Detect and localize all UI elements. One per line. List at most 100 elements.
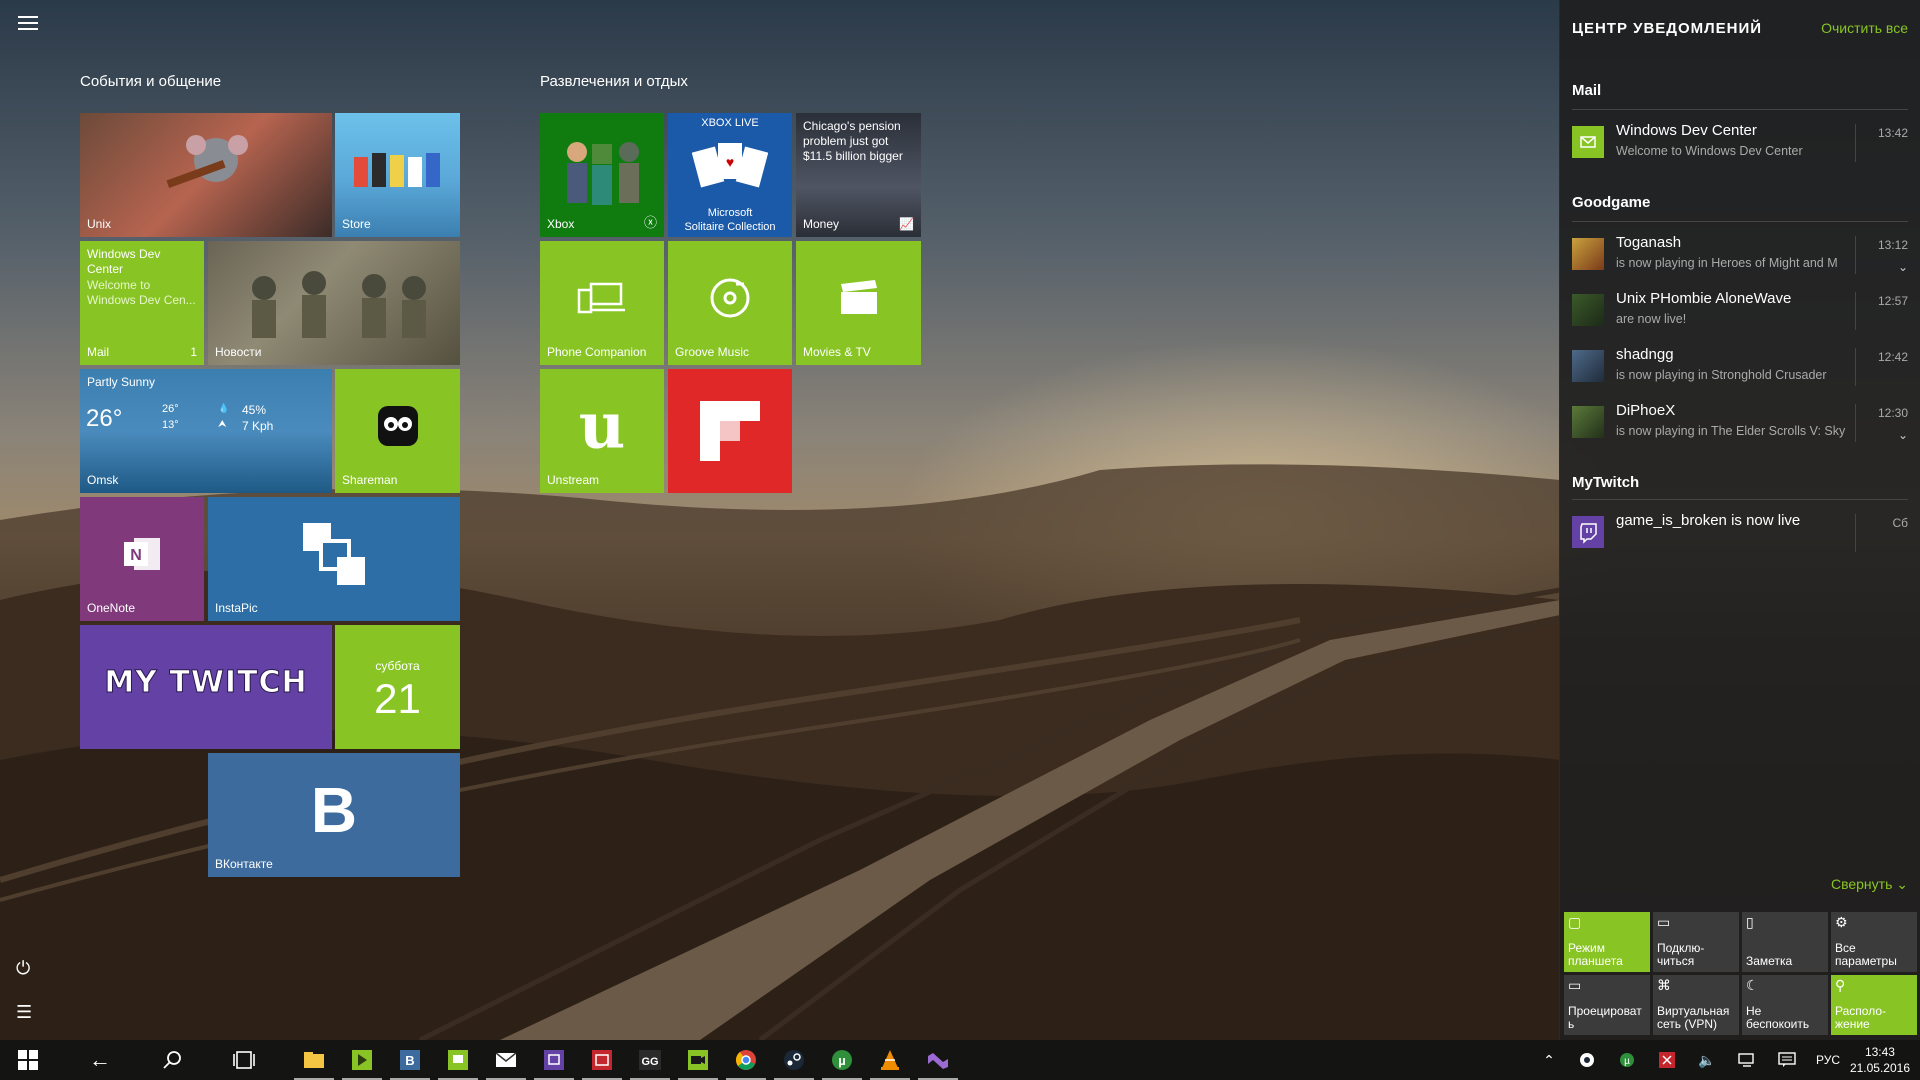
weather-temp: 26° <box>86 405 123 432</box>
divider <box>1572 109 1908 110</box>
tile-groove-music[interactable]: Groove Music <box>668 241 792 365</box>
divider <box>1572 221 1908 222</box>
tile-news[interactable]: Новости <box>208 241 460 365</box>
taskbar-twitch[interactable] <box>530 1040 578 1080</box>
tile-money[interactable]: Chicago's pension problem just got $11.5… <box>796 113 921 237</box>
tile-phone-companion[interactable]: Phone Companion <box>540 241 664 365</box>
tile-shareman[interactable]: Shareman <box>335 369 460 493</box>
taskbar-facetime[interactable] <box>674 1040 722 1080</box>
network-icon[interactable] <box>1732 1040 1762 1080</box>
language-indicator[interactable]: РУС <box>1810 1040 1846 1080</box>
avatar <box>1572 406 1604 438</box>
quick-action-label: Проецироват ь <box>1568 1004 1642 1031</box>
taskbar-vk[interactable]: B <box>386 1040 434 1080</box>
notification-time: 12:57 <box>1877 294 1908 308</box>
vpn-icon: ⌘ <box>1657 977 1671 993</box>
tray-overflow-chevron-icon[interactable]: ⌃ <box>1534 1040 1564 1080</box>
tile-instapic[interactable]: InstaPic <box>208 497 460 621</box>
taskbar-clock[interactable]: 13:43 21.05.2016 <box>1850 1044 1910 1076</box>
tile-calendar[interactable]: суббота 21 <box>335 625 460 749</box>
divider <box>1855 514 1856 552</box>
hamburger-menu-button[interactable] <box>18 16 38 34</box>
tile-mytwitch[interactable]: MY TWITCH <box>80 625 332 749</box>
tile-solitaire[interactable]: XBOX LIVE ♥ Microsoft Solitaire Collecti… <box>668 113 792 237</box>
tray-steam-icon[interactable] <box>1572 1040 1602 1080</box>
notification-item[interactable]: Windows Dev Center Welcome to Windows De… <box>1572 120 1908 172</box>
taskbar-chrome[interactable] <box>722 1040 770 1080</box>
tile-label: Mail <box>87 345 110 359</box>
taskbar-goodgame[interactable]: GG <box>626 1040 674 1080</box>
quick-action-location[interactable]: ⚲ Располо- жение <box>1831 975 1917 1035</box>
taskbar-visual-studio[interactable] <box>914 1040 962 1080</box>
tile-vkontakte[interactable]: B ВКонтакте <box>208 753 460 877</box>
avatar <box>1572 294 1604 326</box>
tray-app-icon[interactable] <box>1652 1040 1682 1080</box>
chrome-icon <box>736 1050 756 1070</box>
onenote-icon: N <box>124 538 160 571</box>
notif-group-mytwitch[interactable]: MyTwitch <box>1572 474 1639 491</box>
tile-weather[interactable]: Partly Sunny 26° 26° 13° 💧 45% ⮝ 7 Kph O… <box>80 369 332 493</box>
quick-action-project[interactable]: ▭ Проецироват ь <box>1564 975 1650 1035</box>
action-center-button[interactable] <box>1772 1040 1802 1080</box>
expand-chevron-icon[interactable]: ⌄ <box>1898 428 1908 442</box>
tile-mail[interactable]: Windows Dev Center Welcome to Windows De… <box>80 241 204 365</box>
notification-item[interactable]: Toganash is now playing in Heroes of Mig… <box>1572 232 1908 284</box>
quick-action-connect[interactable]: ▭ Подклю- читься <box>1653 912 1739 972</box>
tile-unstream[interactable]: u Unstream <box>540 369 664 493</box>
taskbar-file-explorer[interactable] <box>290 1040 338 1080</box>
tile-flipboard[interactable] <box>668 369 792 493</box>
xbox-avatars-icon <box>567 142 639 206</box>
back-button[interactable]: ← <box>76 1040 124 1080</box>
tile-unix[interactable]: Unix <box>80 113 332 237</box>
vlc-cone-icon <box>881 1050 899 1070</box>
search-button[interactable] <box>148 1040 196 1080</box>
group-title-social[interactable]: События и общение <box>80 73 221 90</box>
steam-icon <box>784 1050 804 1070</box>
collapse-link[interactable]: Свернуть ⌄ <box>1831 876 1908 893</box>
mail-sender: Windows Dev Center <box>87 247 161 276</box>
taskbar-steam[interactable] <box>770 1040 818 1080</box>
quick-action-label: Не беспокоить <box>1746 1004 1810 1031</box>
clear-all-link[interactable]: Очистить все <box>1821 20 1908 36</box>
quick-action-tablet-mode[interactable]: ▢ Режим планшета <box>1564 912 1650 972</box>
tile-store[interactable]: Store <box>335 113 460 237</box>
divider <box>1572 499 1908 500</box>
power-icon[interactable]: ⏻ <box>16 958 30 979</box>
group-title-entertainment[interactable]: Развлечения и отдых <box>540 73 688 90</box>
task-view-button[interactable] <box>220 1040 268 1080</box>
weather-wind: 7 Kph <box>242 419 274 433</box>
taskbar-mail[interactable] <box>482 1040 530 1080</box>
taskbar-vlc[interactable] <box>866 1040 914 1080</box>
quick-action-vpn[interactable]: ⌘ Виртуальная сеть (VPN) <box>1653 975 1739 1035</box>
phone-laptop-icon <box>577 282 625 314</box>
flipboard-logo-icon <box>700 401 760 461</box>
tile-movies-tv[interactable]: Movies & TV <box>796 241 921 365</box>
quick-action-label: Располо- жение <box>1835 1004 1886 1031</box>
taskbar-app-green[interactable] <box>338 1040 386 1080</box>
volume-icon[interactable]: 🔈 <box>1692 1040 1722 1080</box>
start-button[interactable] <box>4 1040 52 1080</box>
notification-time: 12:30 <box>1877 406 1908 420</box>
notif-group-mail[interactable]: Mail <box>1572 82 1601 99</box>
notification-text: is now playing in The Elder Scrolls V: S… <box>1616 424 1846 438</box>
notification-time: Сб <box>1892 516 1908 530</box>
all-apps-icon[interactable]: ☰ <box>16 1002 32 1023</box>
quick-action-do-not-disturb[interactable]: ☾ Не беспокоить <box>1742 975 1828 1035</box>
taskbar-messaging[interactable] <box>434 1040 482 1080</box>
taskbar-utorrent[interactable]: µ <box>818 1040 866 1080</box>
notif-group-goodgame[interactable]: Goodgame <box>1572 194 1650 211</box>
taskbar-news[interactable] <box>578 1040 626 1080</box>
connect-icon: ▭ <box>1657 914 1671 930</box>
characters-icon <box>353 153 440 188</box>
notification-item[interactable]: game_is_broken is now live Сб <box>1572 510 1908 562</box>
quick-action-all-settings[interactable]: ⚙ Все параметры <box>1831 912 1917 972</box>
tray-utorrent-icon[interactable]: µ <box>1612 1040 1642 1080</box>
tile-onenote[interactable]: N OneNote <box>80 497 204 621</box>
svg-text:B: B <box>405 1053 414 1068</box>
quick-action-note[interactable]: ▯ Заметка <box>1742 912 1828 972</box>
notification-item[interactable]: shadngg is now playing in Stronghold Cru… <box>1572 344 1908 396</box>
notification-item[interactable]: Unix PHombie AloneWave are now live! 12:… <box>1572 288 1908 340</box>
expand-chevron-icon[interactable]: ⌄ <box>1898 260 1908 274</box>
notification-item[interactable]: DiPhoeX is now playing in The Elder Scro… <box>1572 400 1908 452</box>
tile-xbox[interactable]: Xbox ⓧ <box>540 113 664 237</box>
